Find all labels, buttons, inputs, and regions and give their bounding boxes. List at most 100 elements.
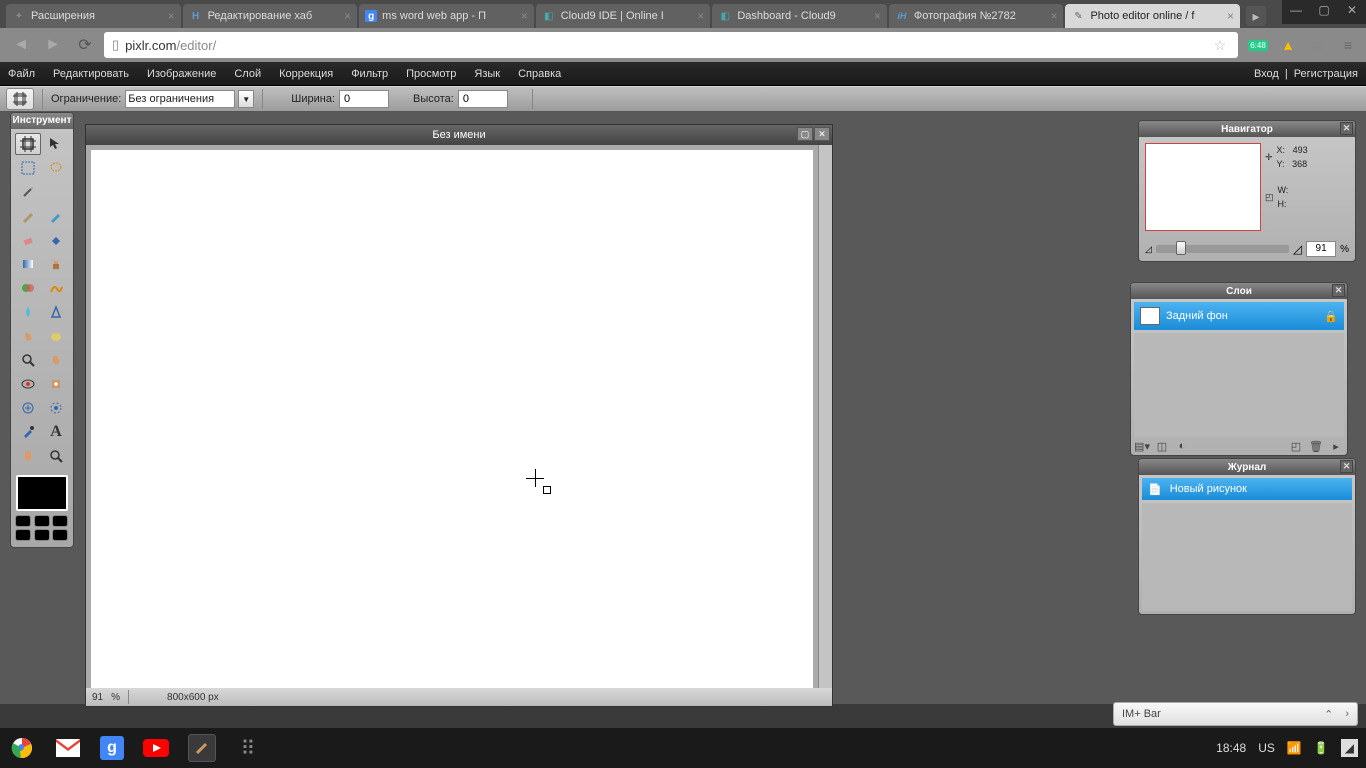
layers-title[interactable]: Слои ✕ xyxy=(1131,283,1347,299)
chevron-right-icon[interactable]: › xyxy=(1345,708,1349,721)
color-replace-tool[interactable] xyxy=(15,277,41,299)
palette-color[interactable] xyxy=(15,529,31,541)
panel-close-button[interactable]: ✕ xyxy=(1332,284,1345,297)
canvas[interactable] xyxy=(91,150,813,695)
blur-tool[interactable] xyxy=(15,301,41,323)
dropdown-icon[interactable]: ▼ xyxy=(238,90,254,108)
brush-tool[interactable] xyxy=(43,205,69,227)
type-tool[interactable]: A xyxy=(43,421,69,443)
palette-color[interactable] xyxy=(15,515,31,527)
url-input[interactable]: ▯ pixlr.com/editor/ ☆ xyxy=(104,32,1238,58)
constraint-select[interactable]: Без ограничения xyxy=(125,90,235,108)
clone-stamp-tool[interactable] xyxy=(43,253,69,275)
menu-edit[interactable]: Редактировать xyxy=(53,68,129,80)
dodge-tool[interactable] xyxy=(15,349,41,371)
height-input[interactable] xyxy=(458,90,508,108)
move-tool[interactable] xyxy=(43,133,69,155)
drawing-tool[interactable] xyxy=(43,277,69,299)
extension-icon[interactable]: ▦ xyxy=(1308,35,1328,55)
navigator-preview[interactable] xyxy=(1145,143,1261,231)
clock[interactable]: 18:48 xyxy=(1216,741,1246,755)
history-item[interactable]: 📄 Новый рисунок xyxy=(1142,478,1352,500)
register-link[interactable]: Регистрация xyxy=(1294,68,1358,80)
layer-row[interactable]: Задний фон 🔒 xyxy=(1134,302,1344,330)
tab-close-icon[interactable]: × xyxy=(1050,9,1057,23)
browser-tab[interactable]: ◧Dashboard - Cloud9× xyxy=(712,4,887,28)
app-icon[interactable] xyxy=(188,734,216,762)
palette-color[interactable] xyxy=(52,529,68,541)
browser-tab[interactable]: iHФотография №2782× xyxy=(889,4,1064,28)
slider-thumb[interactable] xyxy=(1176,241,1186,255)
gdrive-icon[interactable]: ▲ xyxy=(1278,35,1298,55)
gmail-icon[interactable] xyxy=(54,734,82,762)
new-layer-icon[interactable]: ◰ xyxy=(1289,439,1303,453)
reload-button[interactable]: ⟳ xyxy=(72,32,98,58)
language-indicator[interactable]: US xyxy=(1258,741,1275,755)
lasso-tool[interactable] xyxy=(43,157,69,179)
zoom-input[interactable]: 91 xyxy=(1306,241,1336,257)
forward-button[interactable]: ► xyxy=(40,32,66,58)
google-icon[interactable]: g xyxy=(100,736,124,760)
hand-tool[interactable] xyxy=(15,445,41,467)
eraser-tool[interactable] xyxy=(15,229,41,251)
menu-help[interactable]: Справка xyxy=(518,68,561,80)
burn-tool[interactable] xyxy=(43,349,69,371)
palette-color[interactable] xyxy=(52,515,68,527)
wand-tool[interactable] xyxy=(15,181,41,203)
layer-menu-icon[interactable]: ▸ xyxy=(1329,439,1343,453)
gradient-tool[interactable] xyxy=(15,253,41,275)
browser-tab-active[interactable]: ✎Photo editor online / f× xyxy=(1065,4,1240,28)
spot-heal-tool[interactable] xyxy=(43,373,69,395)
paint-bucket-tool[interactable] xyxy=(43,229,69,251)
bloat-tool[interactable] xyxy=(15,397,41,419)
tab-close-icon[interactable]: × xyxy=(697,9,704,23)
smudge-tool[interactable] xyxy=(15,325,41,347)
bookmark-icon[interactable]: ☆ xyxy=(1210,35,1230,55)
menu-adjustment[interactable]: Коррекция xyxy=(279,68,333,80)
window-maximize-button[interactable]: ▢ xyxy=(1310,0,1338,20)
login-link[interactable]: Вход xyxy=(1254,68,1279,80)
new-tab-button[interactable]: ▸ xyxy=(1246,6,1266,26)
tab-close-icon[interactable]: × xyxy=(1227,9,1234,23)
menu-image[interactable]: Изображение xyxy=(147,68,216,80)
tab-close-icon[interactable]: × xyxy=(521,9,528,23)
browser-tab[interactable]: HРедактирование хаб× xyxy=(183,4,358,28)
layer-settings-icon[interactable]: ▤▾ xyxy=(1135,439,1149,453)
menu-language[interactable]: Язык xyxy=(474,68,500,80)
tab-close-icon[interactable]: × xyxy=(874,9,881,23)
delete-layer-icon[interactable]: 🗑 xyxy=(1309,439,1323,453)
extension-icon[interactable]: 6:48 xyxy=(1248,35,1268,55)
lock-icon[interactable]: 🔒 xyxy=(1324,310,1338,323)
zoom-in-icon[interactable]: ◿ xyxy=(1293,242,1302,256)
tab-close-icon[interactable]: × xyxy=(168,9,175,23)
palette-color[interactable] xyxy=(34,515,50,527)
history-title[interactable]: Журнал ✕ xyxy=(1139,459,1355,475)
layer-style-icon[interactable]: ◐ xyxy=(1175,439,1189,453)
chevron-up-icon[interactable]: ⌃ xyxy=(1324,708,1333,721)
width-input[interactable] xyxy=(339,90,389,108)
doc-maximize-button[interactable]: ▢ xyxy=(797,127,813,141)
pencil-tool[interactable] xyxy=(15,205,41,227)
document-titlebar[interactable]: Без имени ▢ ✕ xyxy=(86,125,832,145)
doc-close-button[interactable]: ✕ xyxy=(814,127,830,141)
menu-icon[interactable]: ≡ xyxy=(1338,35,1358,55)
sponge-tool[interactable] xyxy=(43,325,69,347)
layer-mask-icon[interactable]: ◫ xyxy=(1155,439,1169,453)
apps-grid-icon[interactable]: ⠿ xyxy=(234,734,262,762)
window-minimize-button[interactable]: — xyxy=(1282,0,1310,20)
crop-tool[interactable] xyxy=(15,133,41,155)
panel-close-button[interactable]: ✕ xyxy=(1340,122,1353,135)
browser-tab[interactable]: ◧Cloud9 IDE | Online I× xyxy=(536,4,711,28)
menu-filter[interactable]: Фильтр xyxy=(351,68,388,80)
menu-layer[interactable]: Слой xyxy=(234,68,261,80)
wifi-icon[interactable]: 📶 xyxy=(1287,741,1302,755)
pinch-tool[interactable] xyxy=(43,397,69,419)
foreground-color-swatch[interactable] xyxy=(16,475,68,511)
zoom-slider[interactable] xyxy=(1156,245,1289,253)
navigator-title[interactable]: Навигатор ✕ xyxy=(1139,121,1355,137)
eyedropper-tool[interactable] xyxy=(15,421,41,443)
red-eye-tool[interactable] xyxy=(15,373,41,395)
youtube-icon[interactable] xyxy=(142,734,170,762)
tab-close-icon[interactable]: × xyxy=(344,9,351,23)
battery-icon[interactable]: 🔋 xyxy=(1314,741,1329,755)
